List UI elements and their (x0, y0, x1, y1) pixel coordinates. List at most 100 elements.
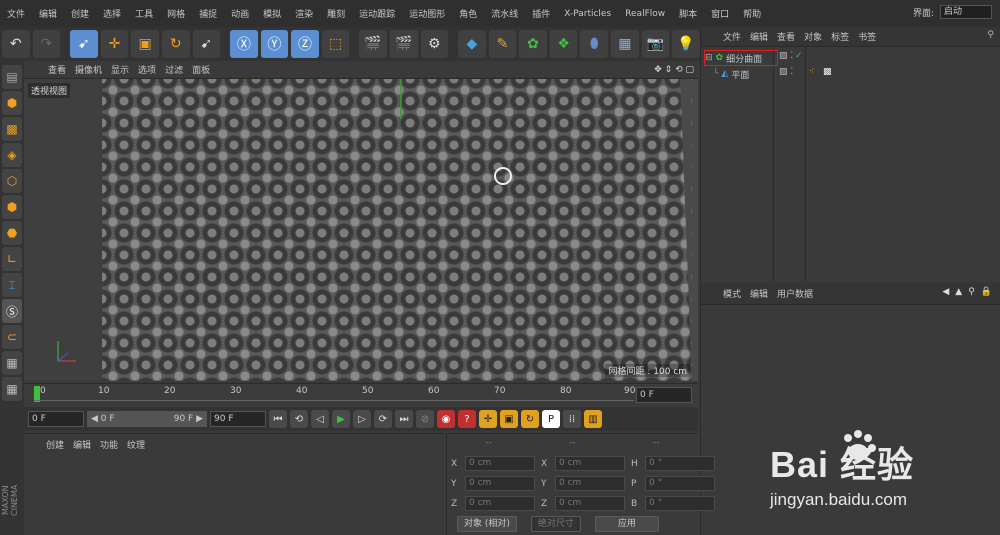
size-mode-select[interactable]: 绝对尺寸 (530, 516, 581, 532)
pen-icon[interactable]: ✎ (488, 30, 517, 58)
prev-frame-icon[interactable]: ◁ (311, 410, 329, 428)
subdivision-surface-icon[interactable]: ✿ (519, 30, 547, 58)
rotation-h-field[interactable]: 0 ° (645, 456, 715, 471)
material-tag-icon[interactable]: ▩ (823, 67, 832, 77)
coordinate-system-icon[interactable]: ⬚ (321, 30, 350, 58)
menu-motion-tracking[interactable]: 运动跟踪 (352, 7, 402, 20)
attr-menu-mode[interactable]: 模式 (723, 287, 741, 300)
obj-menu-edit[interactable]: 编辑 (750, 30, 768, 43)
rotate-icon[interactable]: ↻ (161, 30, 190, 58)
x-axis-lock-icon[interactable]: Ⓧ (230, 30, 258, 58)
undo-icon[interactable]: ↶ (2, 30, 30, 58)
menu-snap[interactable]: 捕捉 (192, 7, 224, 20)
obj-menu-file[interactable]: 文件 (723, 30, 741, 43)
menu-select[interactable]: 选择 (96, 7, 128, 20)
object-name[interactable]: 平面 (731, 68, 749, 81)
timeline[interactable]: 0 10 20 30 40 50 60 70 80 90 0 F (24, 383, 698, 407)
menu-window[interactable]: 窗口 (704, 7, 736, 20)
autokey-icon[interactable]: ◉ (437, 410, 455, 428)
record-icon[interactable]: ⊘ (416, 410, 434, 428)
mat-menu-texture[interactable]: 纹理 (127, 438, 145, 451)
snap-icon[interactable]: Ⓢ (2, 299, 22, 323)
go-to-end-icon[interactable]: ⏭ (395, 410, 413, 428)
obj-menu-objects[interactable]: 对象 (804, 30, 822, 43)
deformer-icon[interactable]: ⬮ (580, 30, 609, 58)
move-icon[interactable]: ✛ (100, 30, 129, 58)
position-x-field[interactable]: 0 cm (465, 456, 535, 471)
recent-tool-icon[interactable]: ➹ (192, 30, 221, 58)
attr-menu-edit[interactable]: 编辑 (750, 287, 768, 300)
visibility-dots-icon[interactable]: ▨ ⁚ (779, 67, 793, 77)
axis-mode-icon[interactable]: ∟ (2, 247, 22, 271)
lock-icon[interactable]: 🔒 (981, 287, 992, 297)
mat-menu-create[interactable]: 创建 (46, 438, 64, 451)
camera-icon[interactable]: 📷 (641, 30, 670, 58)
y-axis-handle-icon[interactable] (396, 79, 406, 119)
search-icon[interactable]: ⚲ (968, 287, 975, 297)
quantize-icon[interactable]: ▦ (2, 377, 22, 401)
menu-realflow[interactable]: RealFlow (618, 9, 672, 19)
tweak-mode-icon[interactable]: ⌶ (2, 273, 22, 297)
lock-workplane-icon[interactable]: ▦ (2, 351, 22, 375)
magnet-icon[interactable]: ⊂ (2, 325, 22, 349)
enabled-check-icon[interactable]: ✓ (795, 51, 803, 61)
z-axis-lock-icon[interactable]: Ⓩ (291, 30, 319, 58)
layout-select[interactable]: 启动 (940, 5, 992, 19)
cube-icon[interactable]: ◆ (458, 30, 486, 58)
mat-menu-edit[interactable]: 编辑 (73, 438, 91, 451)
array-icon[interactable]: ❖ (549, 30, 578, 58)
position-z-field[interactable]: 0 cm (465, 496, 535, 511)
phong-tag-icon[interactable]: ⁖ (809, 67, 814, 77)
viewport-menu-camera[interactable]: 摄像机 (75, 63, 102, 76)
key-rotation-icon[interactable]: ↻ (521, 410, 539, 428)
key-parameter-icon[interactable]: P (542, 410, 560, 428)
viewport-menu-panel[interactable]: 面板 (192, 63, 210, 76)
end-frame-field[interactable]: 90 F (210, 411, 266, 427)
menu-create[interactable]: 创建 (64, 7, 96, 20)
light-icon[interactable]: 💡 (672, 30, 700, 58)
key-position-icon[interactable]: ✛ (479, 410, 497, 428)
redo-icon[interactable]: ↷ (32, 30, 61, 58)
up-arrow-icon[interactable]: ▲ (955, 287, 962, 297)
perspective-viewport[interactable]: 透视视图 网格间距 : 100 cm (24, 79, 698, 381)
menu-render[interactable]: 渲染 (288, 7, 320, 20)
object-row-subdivision-surface[interactable]: ⊟ ✿ 细分曲面 (704, 50, 778, 66)
key-point-level-icon[interactable]: ⁞⁞ (563, 410, 581, 428)
mat-menu-function[interactable]: 功能 (100, 438, 118, 451)
scale-icon[interactable]: ▣ (131, 30, 159, 58)
viewport-menu-options[interactable]: 选项 (138, 63, 156, 76)
menu-file[interactable]: 文件 (0, 7, 32, 20)
rotation-b-field[interactable]: 0 ° (645, 496, 715, 511)
y-axis-lock-icon[interactable]: Ⓨ (260, 30, 289, 58)
tree-expand-icon[interactable]: ⊟ (705, 53, 713, 63)
viewport-menu-display[interactable]: 显示 (111, 63, 129, 76)
keyframe-selection-icon[interactable]: ? (458, 410, 476, 428)
obj-menu-view[interactable]: 查看 (777, 30, 795, 43)
prev-key-icon[interactable]: ⟲ (290, 410, 308, 428)
edges-mode-icon[interactable]: ⬢ (2, 195, 22, 219)
visibility-dots-icon[interactable]: ▨ ⁚ (779, 51, 793, 61)
polygons-mode-icon[interactable]: ⬣ (2, 221, 22, 245)
menu-character[interactable]: 角色 (452, 7, 484, 20)
menu-pipeline[interactable]: 流水线 (484, 7, 525, 20)
menu-mograph[interactable]: 运动图形 (402, 7, 452, 20)
next-frame-icon[interactable]: ▷ (353, 410, 371, 428)
menu-help[interactable]: 帮助 (736, 7, 768, 20)
live-select-icon[interactable]: ➹ (70, 30, 98, 58)
points-mode-icon[interactable]: ⬡ (2, 169, 22, 193)
size-x-field[interactable]: 0 cm (555, 456, 625, 471)
key-scale-icon[interactable]: ▣ (500, 410, 518, 428)
search-icon[interactable]: ⚲ (987, 30, 994, 40)
next-key-icon[interactable]: ⟳ (374, 410, 392, 428)
menu-sculpt[interactable]: 雕刻 (320, 7, 352, 20)
object-row-plane[interactable]: └ ◭ 平面 (705, 67, 749, 81)
position-y-field[interactable]: 0 cm (465, 476, 535, 491)
go-to-start-icon[interactable]: ⏮ (269, 410, 287, 428)
back-arrow-icon[interactable]: ◀ (942, 287, 949, 297)
viewport-menu-view[interactable]: 查看 (48, 63, 66, 76)
workplane-icon[interactable]: ◈ (2, 143, 22, 167)
object-name[interactable]: 细分曲面 (726, 52, 762, 65)
menu-mesh[interactable]: 网格 (160, 7, 192, 20)
size-y-field[interactable]: 0 cm (555, 476, 625, 491)
menu-script[interactable]: 脚本 (672, 7, 704, 20)
